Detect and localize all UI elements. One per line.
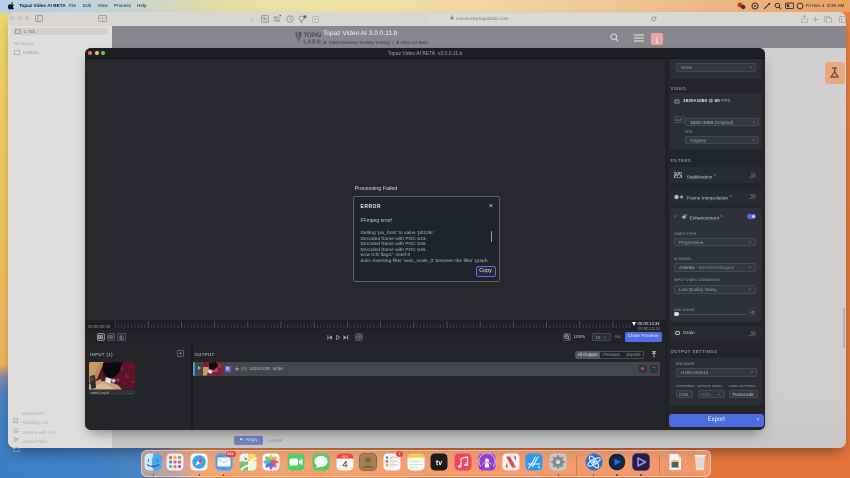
svg-text:TOPAZ: TOPAZ <box>304 32 322 39</box>
svg-text:tv: tv <box>436 460 442 467</box>
svg-text:4: 4 <box>342 460 347 471</box>
svg-text:NOV: NOV <box>342 455 349 459</box>
svg-text:LABS: LABS <box>304 40 322 46</box>
